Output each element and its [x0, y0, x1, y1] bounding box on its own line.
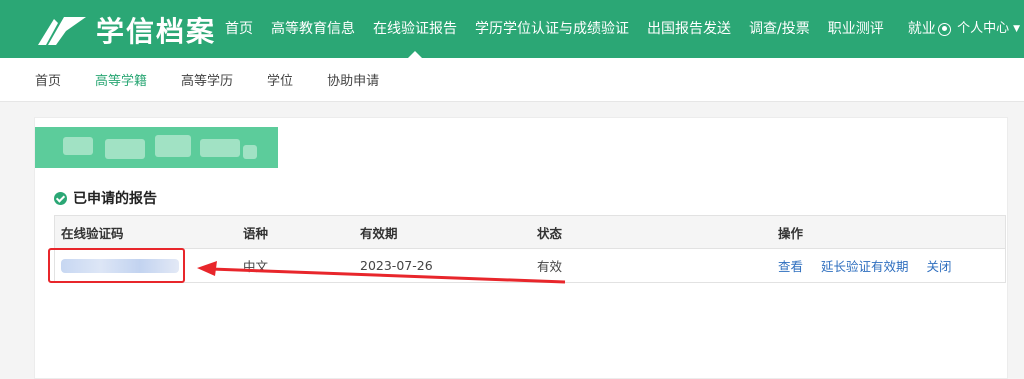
- section-heading: 已申请的报告: [54, 188, 157, 208]
- section-title: 已申请的报告: [73, 191, 157, 207]
- chevron-down-icon: ▼: [1013, 24, 1020, 34]
- user-icon: [938, 22, 952, 36]
- main-nav: 首页 高等教育信息 在线验证报告 学历学位认证与成绩验证 出国报告发送 调查/投…: [216, 0, 945, 58]
- nav-certification[interactable]: 学历学位认证与成绩验证: [466, 0, 638, 58]
- check-circle-icon: [54, 191, 67, 205]
- col-status: 状态: [537, 225, 563, 241]
- subnav-degree[interactable]: 学位: [267, 70, 293, 89]
- nav-survey-vote[interactable]: 调查/投票: [740, 0, 819, 58]
- site-logo[interactable]: 学信档案: [36, 10, 216, 50]
- highlight-box: [48, 248, 185, 283]
- nav-higher-education[interactable]: 高等教育信息: [262, 0, 364, 58]
- sub-nav: 首页 高等学籍 高等学历 学位 协助申请: [0, 58, 1024, 102]
- col-verification-code: 在线验证码: [61, 225, 124, 241]
- nav-home[interactable]: 首页: [216, 0, 262, 58]
- user-center-label: 个人中心: [957, 21, 1010, 36]
- blurred-banner: [35, 127, 278, 168]
- subnav-home[interactable]: 首页: [35, 70, 61, 89]
- nav-overseas-report[interactable]: 出国报告发送: [638, 0, 740, 58]
- col-expiry: 有效期: [360, 225, 398, 241]
- nav-online-verification[interactable]: 在线验证报告: [364, 0, 466, 58]
- subnav-academic[interactable]: 高等学历: [181, 70, 233, 89]
- nav-career-test[interactable]: 职业测评: [819, 0, 893, 58]
- brand-name: 学信档案: [96, 15, 217, 48]
- col-actions: 操作: [778, 225, 804, 241]
- logo-icon: [38, 17, 86, 45]
- row-actions: 查看 延长验证有效期 关闭: [778, 249, 970, 282]
- subnav-enrollment[interactable]: 高等学籍: [95, 70, 147, 89]
- extend-validity-link[interactable]: 延长验证有效期: [821, 256, 909, 275]
- table-header: 在线验证码 语种 有效期 状态 操作: [55, 216, 1005, 249]
- user-center-menu[interactable]: 个人中心 ▼: [938, 0, 1020, 58]
- red-arrow-annotation: [197, 261, 566, 284]
- top-header: 学信档案 首页 高等教育信息 在线验证报告 学历学位认证与成绩验证 出国报告发送…: [0, 0, 1024, 58]
- col-language: 语种: [243, 225, 269, 241]
- close-link[interactable]: 关闭: [927, 256, 952, 275]
- view-link[interactable]: 查看: [778, 256, 803, 275]
- subnav-assist[interactable]: 协助申请: [327, 70, 379, 89]
